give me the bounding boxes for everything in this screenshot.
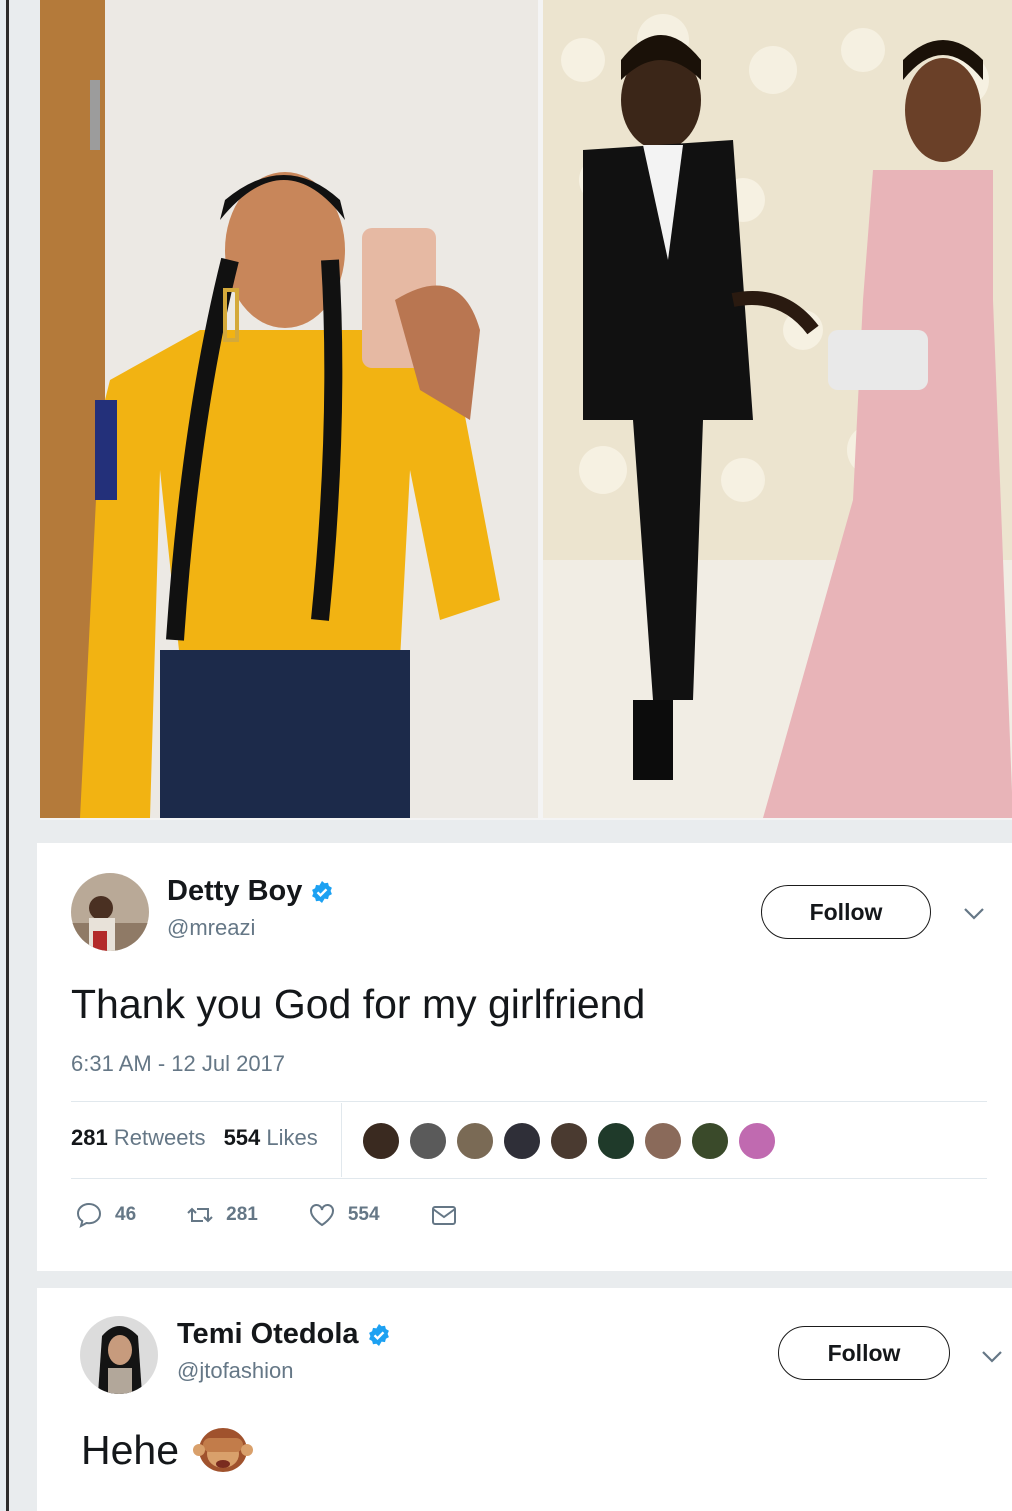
reply-button[interactable]: 46 <box>75 1201 136 1229</box>
retweet-icon <box>187 1207 213 1223</box>
tweet-text: Hehe <box>81 1424 254 1476</box>
liker-avatar[interactable] <box>361 1121 401 1161</box>
author-name-row[interactable]: Temi Otedola <box>177 1318 391 1351</box>
see-no-evil-monkey-icon <box>193 1428 254 1472</box>
retweet-button[interactable]: 281 <box>186 1201 258 1229</box>
liker-avatar[interactable] <box>690 1121 730 1161</box>
like-button[interactable]: 554 <box>308 1201 380 1229</box>
photo-selfie[interactable] <box>40 0 538 818</box>
avatar[interactable] <box>71 873 149 951</box>
chevron-down-icon[interactable] <box>981 1350 1003 1364</box>
handle[interactable]: @jtofashion <box>177 1358 294 1384</box>
reply-icon <box>76 1202 102 1229</box>
direct-message-button[interactable] <box>430 1201 458 1229</box>
liker-avatar[interactable] <box>596 1121 636 1161</box>
tweet-text-content: Hehe <box>81 1426 180 1473</box>
tweet-photos[interactable] <box>40 0 1012 820</box>
engagement-stats: 281 Retweets 554 Likes <box>71 1125 318 1151</box>
photo-couple[interactable] <box>543 0 1012 818</box>
divider-bottom <box>71 1178 987 1179</box>
tweet-text: Thank you God for my girlfriend <box>71 981 646 1027</box>
author-name-row[interactable]: Detty Boy <box>167 875 334 908</box>
liker-avatar[interactable] <box>455 1121 495 1161</box>
timestamp[interactable]: 6:31 AM - 12 Jul 2017 <box>71 1051 285 1077</box>
retweet-count: 281 <box>226 1204 258 1225</box>
liker-avatars[interactable] <box>361 1121 784 1161</box>
liker-avatar[interactable] <box>643 1121 683 1161</box>
tweet-card-jtofashion: Temi Otedola @jtofashion Follow Hehe <box>37 1288 1012 1511</box>
reply-count: 46 <box>115 1204 137 1225</box>
chevron-down-icon[interactable] <box>963 907 985 921</box>
envelope-icon <box>431 1206 456 1225</box>
handle[interactable]: @mreazi <box>167 915 255 941</box>
display-name[interactable]: Detty Boy <box>167 875 302 908</box>
liker-avatar[interactable] <box>408 1121 448 1161</box>
like-count: 554 <box>347 1204 380 1225</box>
follow-button[interactable]: Follow <box>778 1326 950 1380</box>
stats-separator <box>341 1103 342 1177</box>
avatar[interactable] <box>80 1316 158 1394</box>
tweet-card-mreazi: Detty Boy @mreazi Follow Thank you God f… <box>37 843 1012 1271</box>
verified-badge-icon <box>368 1323 389 1346</box>
display-name[interactable]: Temi Otedola <box>177 1318 359 1351</box>
retweets-stat[interactable]: 281 Retweets <box>71 1125 206 1151</box>
tweet-actions: 46 281 554 <box>75 1201 508 1229</box>
heart-icon <box>309 1204 334 1227</box>
divider-top <box>71 1101 987 1102</box>
liker-avatar[interactable] <box>502 1121 542 1161</box>
verified-badge-icon <box>312 880 333 903</box>
likes-stat[interactable]: 554 Likes <box>224 1125 318 1151</box>
liker-avatar[interactable] <box>549 1121 589 1161</box>
liker-avatar[interactable] <box>737 1121 777 1161</box>
follow-button[interactable]: Follow <box>761 885 931 939</box>
